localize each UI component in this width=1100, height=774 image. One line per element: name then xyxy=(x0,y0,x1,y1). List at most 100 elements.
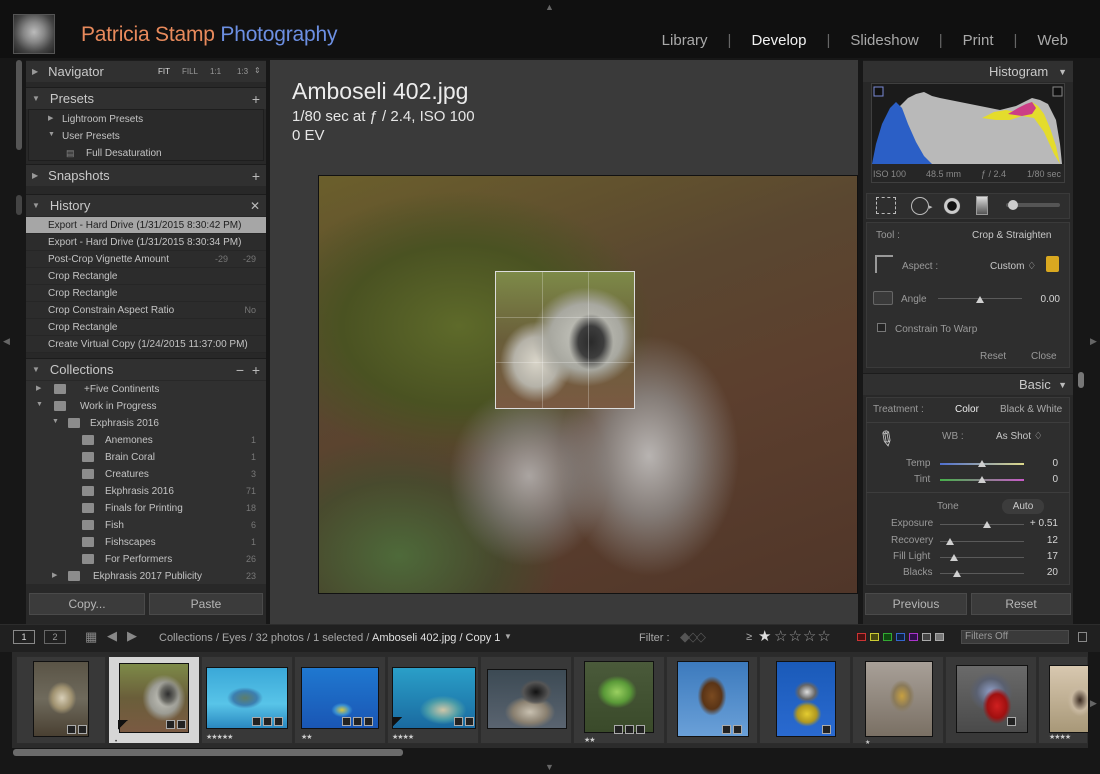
treatment-bw-button[interactable]: Black & White xyxy=(1000,404,1062,415)
preset-full-desaturation[interactable]: ▤ Full Desaturation xyxy=(26,145,266,162)
label-filter-custom[interactable] xyxy=(922,633,931,641)
crop-overlay-tool-icon[interactable] xyxy=(876,197,896,214)
history-header[interactable]: ▼ History ✕ xyxy=(26,194,266,216)
label-filter-yellow[interactable] xyxy=(870,633,879,641)
right-panel-scrollbar[interactable] xyxy=(1078,372,1084,388)
filmstrip-cell[interactable]: ★★ xyxy=(294,656,386,744)
main-window-button[interactable]: 1 xyxy=(13,630,35,644)
collection-brain-coral[interactable]: Brain Coral 1 xyxy=(26,449,266,466)
highlight-clipping-indicator[interactable] xyxy=(1052,86,1063,97)
secondary-window-button[interactable]: 2 xyxy=(44,630,66,644)
spot-removal-tool-icon[interactable] xyxy=(911,197,929,215)
label-filter-red[interactable] xyxy=(857,633,866,641)
zoom-fit[interactable]: FIT xyxy=(158,67,170,76)
grid-view-icon[interactable]: ▦ xyxy=(85,629,97,645)
basic-header[interactable]: Basic ▼ xyxy=(863,373,1073,395)
constrain-to-warp-checkbox[interactable] xyxy=(877,323,886,332)
zoom-1-3[interactable]: 1:3 xyxy=(237,67,248,76)
crop-close-button[interactable]: Close xyxy=(1031,351,1057,362)
reset-button[interactable]: Reset xyxy=(971,593,1071,615)
collection-ekphrasis-2016[interactable]: Ekphrasis 2016 71 xyxy=(26,483,266,500)
history-item[interactable]: Export - Hard Drive (1/31/2015 8:30:42 P… xyxy=(26,217,266,234)
filter-lock-icon[interactable] xyxy=(1078,632,1087,642)
remove-collection-icon[interactable]: − xyxy=(236,362,244,378)
source-dropdown-icon[interactable]: ▼ xyxy=(504,632,512,641)
module-print[interactable]: Print xyxy=(963,32,994,49)
collection-set-work-in-progress[interactable]: ▼ Work in Progress xyxy=(26,398,266,415)
filmstrip-cell-selected[interactable]: • xyxy=(108,656,200,745)
tint-value[interactable]: 0 xyxy=(1020,474,1058,485)
auto-tone-button[interactable]: Auto xyxy=(1002,499,1044,514)
wb-dropdown[interactable]: As Shot ♢ xyxy=(996,431,1043,442)
filmstrip-cell[interactable] xyxy=(16,656,106,744)
left-panel-toggle-icon[interactable]: ◀ xyxy=(3,336,10,347)
collection-anemones[interactable]: Anemones 1 xyxy=(26,432,266,449)
aspect-dropdown[interactable]: Custom ♢ xyxy=(990,261,1036,272)
filmstrip-cell[interactable]: ★ xyxy=(852,656,944,746)
presets-header[interactable]: ▼ Presets + xyxy=(26,87,266,109)
exposure-slider-knob[interactable] xyxy=(983,521,992,528)
exposure-slider-track[interactable] xyxy=(940,524,1024,525)
rating-comparison[interactable]: ≥ xyxy=(746,631,752,643)
copy-settings-button[interactable]: Copy... xyxy=(29,593,145,615)
module-library[interactable]: Library xyxy=(662,32,708,49)
label-filter-none[interactable] xyxy=(935,633,944,641)
angle-slider-knob[interactable] xyxy=(976,296,984,303)
label-filter-purple[interactable] xyxy=(909,633,918,641)
filmstrip-right-arrow-icon[interactable]: ▶ xyxy=(1090,698,1097,709)
filmstrip-cell[interactable]: ★★★★ xyxy=(387,656,479,744)
crop-reset-button[interactable]: Reset xyxy=(980,351,1006,362)
crop-frame-tool-icon[interactable] xyxy=(875,255,893,273)
collection-fishscapes[interactable]: Fishscapes 1 xyxy=(26,534,266,551)
collection-creatures[interactable]: Creatures 3 xyxy=(26,466,266,483)
tint-slider-knob[interactable] xyxy=(978,476,986,483)
source-breadcrumb[interactable]: Collections / Eyes / 32 photos / 1 selec… xyxy=(159,632,369,644)
graduated-filter-tool-icon[interactable] xyxy=(976,196,988,215)
filmstrip-scrollbar[interactable] xyxy=(13,749,403,756)
recovery-value[interactable]: 12 xyxy=(1018,535,1058,546)
recovery-slider-knob[interactable] xyxy=(946,538,955,545)
angle-value[interactable]: 0.00 xyxy=(1020,294,1060,305)
exposure-value[interactable]: + 0.51 xyxy=(1018,518,1058,529)
collection-finals-for-printing[interactable]: Finals for Printing 18 xyxy=(26,500,266,517)
module-slideshow[interactable]: Slideshow xyxy=(850,32,918,49)
collection-for-performers[interactable]: For Performers 26 xyxy=(26,551,266,568)
navigator-header[interactable]: ▶ Navigator FIT FILL 1:1 1:3 ⇕ xyxy=(26,60,266,82)
left-panel-scrollbar[interactable] xyxy=(16,60,22,150)
history-item[interactable]: Crop Rectangle xyxy=(26,285,266,302)
red-eye-tool-icon[interactable] xyxy=(943,197,961,215)
histogram[interactable] xyxy=(871,83,1065,183)
filter-preset-dropdown[interactable]: Filters Off xyxy=(961,630,1069,644)
zoom-fill[interactable]: FILL xyxy=(182,67,198,76)
history-item[interactable]: Crop Rectangle xyxy=(26,268,266,285)
add-snapshot-icon[interactable]: + xyxy=(252,168,260,184)
history-item[interactable]: Crop Rectangle xyxy=(26,319,266,336)
clear-history-icon[interactable]: ✕ xyxy=(250,199,260,213)
add-collection-icon[interactable]: + xyxy=(252,362,260,378)
aspect-lock-icon[interactable] xyxy=(1046,256,1059,272)
snapshots-header[interactable]: ▶ Snapshots + xyxy=(26,164,266,186)
collection-set-exphrasis-2016[interactable]: ▼ Exphrasis 2016 xyxy=(26,415,266,432)
filmstrip-cell[interactable] xyxy=(945,656,1037,744)
module-develop[interactable]: Develop xyxy=(751,32,806,49)
left-panel-scrollbar-lower[interactable] xyxy=(16,195,22,215)
bottom-panel-toggle-icon[interactable]: ▼ xyxy=(545,762,554,772)
filmstrip-cell[interactable] xyxy=(480,656,572,744)
flag-filter-icons[interactable]: ◆◇◇ xyxy=(680,629,706,645)
zoom-menu-icon[interactable]: ⇕ xyxy=(254,66,261,75)
treatment-color-button[interactable]: Color xyxy=(955,404,979,415)
crop-overlay[interactable] xyxy=(495,271,635,409)
straighten-tool-icon[interactable] xyxy=(873,291,893,305)
star-rating-filter-icons[interactable]: ☆☆☆☆ xyxy=(774,627,832,645)
history-item[interactable]: Export - Hard Drive (1/31/2015 8:30:34 P… xyxy=(26,234,266,251)
temp-value[interactable]: 0 xyxy=(1020,458,1058,469)
star-rating-filter-icon[interactable]: ★ xyxy=(758,627,771,645)
module-web[interactable]: Web xyxy=(1037,32,1068,49)
filmstrip-cell[interactable]: ★★★★★ xyxy=(201,656,293,744)
blacks-value[interactable]: 20 xyxy=(1018,567,1058,578)
label-filter-blue[interactable] xyxy=(896,633,905,641)
filmstrip-cell[interactable]: ★★★★ xyxy=(1038,656,1089,744)
top-panel-toggle-icon[interactable]: ▲ xyxy=(545,2,554,12)
paste-settings-button[interactable]: Paste xyxy=(149,593,263,615)
zoom-1-1[interactable]: 1:1 xyxy=(210,67,221,76)
